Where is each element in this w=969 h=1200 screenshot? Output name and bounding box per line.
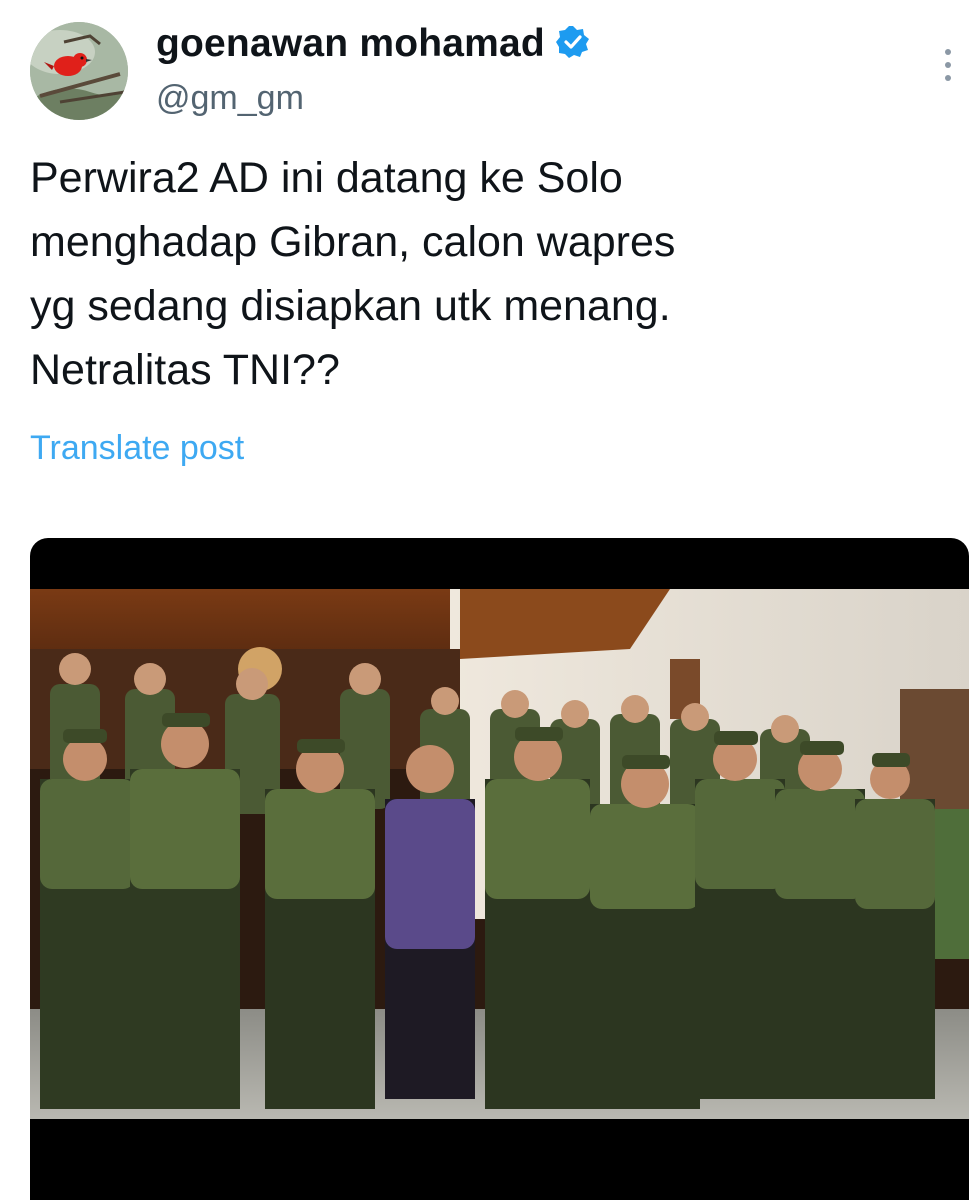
tweet-text-line: yg sedang disiapkan utk menang. — [30, 282, 671, 330]
tweet-media-video[interactable] — [30, 538, 969, 1200]
red-bird-avatar-image — [30, 22, 128, 120]
avatar[interactable] — [30, 22, 128, 120]
author-handle[interactable]: @gm_gm — [156, 76, 304, 120]
verified-badge-icon — [555, 24, 591, 60]
tweet-text-line: Perwira2 AD ini datang ke Solo — [30, 154, 623, 202]
author-name-text: goenawan mohamad — [156, 22, 545, 65]
more-vertical-icon — [945, 49, 951, 81]
author-display-name[interactable]: goenawan mohamad — [156, 20, 591, 68]
more-options-button[interactable] — [930, 40, 966, 90]
tweet-text-line: Netralitas TNI?? — [30, 346, 340, 394]
group-photo-frame — [30, 589, 969, 1119]
tweet-text-line: menghadap Gibran, calon wapres — [30, 218, 676, 266]
translate-post-link[interactable]: Translate post — [30, 426, 244, 470]
tweet-text: Perwira2 AD ini datang ke Solo menghadap… — [30, 146, 950, 402]
